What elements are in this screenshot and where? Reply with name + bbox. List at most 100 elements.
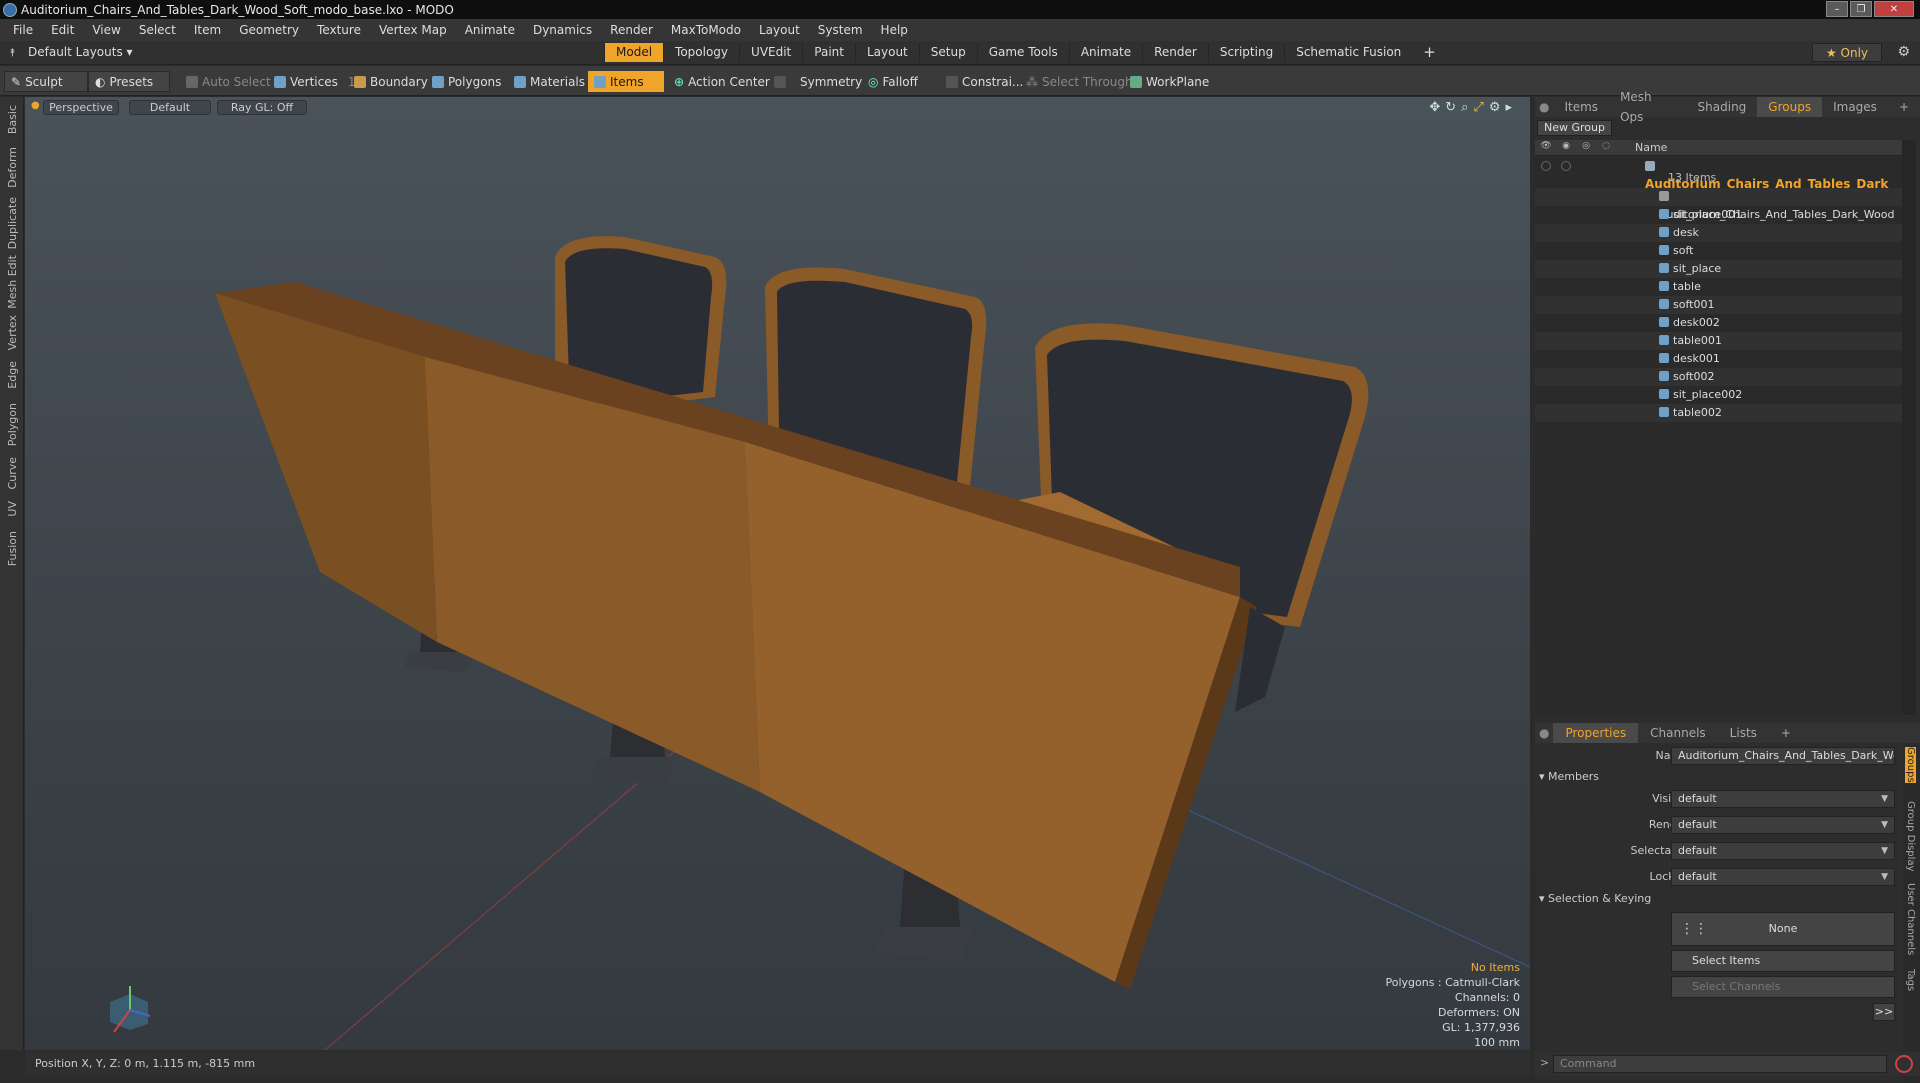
list-item[interactable]: Auditorium_Chairs_And_Tables_Dark_Wood .…: [1535, 188, 1902, 239]
viewport-settings-icon[interactable]: ⚙: [1489, 100, 1501, 115]
command-input[interactable]: Command: [1553, 1055, 1887, 1073]
menu-select[interactable]: Select: [130, 23, 185, 37]
left-tab-duplicate[interactable]: Duplicate: [6, 197, 19, 249]
render-dropdown[interactable]: default ▼: [1671, 816, 1895, 834]
gear-icon[interactable]: ⚙: [1897, 44, 1910, 60]
menu-dynamics[interactable]: Dynamics: [524, 23, 601, 37]
visibility-toggle-icon[interactable]: [1541, 161, 1551, 171]
select-items-button[interactable]: Select Items: [1671, 950, 1895, 972]
tab-render[interactable]: Render: [1142, 43, 1208, 62]
menu-view[interactable]: View: [83, 23, 129, 37]
close-icon[interactable]: ✕: [1874, 1, 1914, 17]
menu-layout[interactable]: Layout: [750, 23, 809, 37]
add-properties-tab-icon[interactable]: +: [1769, 723, 1803, 743]
list-item[interactable]: soft002: [1535, 368, 1902, 386]
group-list-scrollbar[interactable]: [1902, 140, 1916, 715]
list-item[interactable]: desk001: [1535, 350, 1902, 368]
name-field[interactable]: Auditorium_Chairs_And_Tables_Dark_Wooc: [1671, 747, 1895, 765]
tab-channels[interactable]: Channels: [1638, 723, 1718, 743]
menu-file[interactable]: File: [4, 23, 42, 37]
list-item[interactable]: soft001: [1535, 296, 1902, 314]
list-item[interactable]: table001: [1535, 332, 1902, 350]
left-tab-deform[interactable]: Deform: [6, 147, 19, 188]
tab-animate[interactable]: Animate: [1068, 43, 1142, 62]
viewport-expand-icon[interactable]: ▸: [1505, 100, 1512, 115]
side-tab-groups[interactable]: Groups: [1905, 747, 1916, 783]
tab-uvedit[interactable]: UVEdit: [739, 43, 802, 62]
list-item[interactable]: table002: [1535, 404, 1902, 422]
menu-geometry[interactable]: Geometry: [230, 23, 308, 37]
symmetry-button[interactable]: Symmetry: [768, 71, 868, 92]
list-item[interactable]: desk002: [1535, 314, 1902, 332]
constraints-button[interactable]: Constrai...: [940, 71, 1029, 92]
properties-menu-icon[interactable]: ●: [1535, 723, 1553, 743]
tab-topology[interactable]: Topology: [663, 43, 739, 62]
more-button[interactable]: >>: [1873, 1003, 1895, 1021]
rotate-icon[interactable]: ↻: [1445, 100, 1456, 115]
tab-setup[interactable]: Setup: [918, 43, 977, 62]
tab-lists[interactable]: Lists: [1718, 723, 1769, 743]
maximize-icon[interactable]: ❐: [1850, 1, 1872, 17]
none-button[interactable]: ⋮⋮ None: [1671, 912, 1895, 946]
action-center-button[interactable]: ⊕ Action Center: [668, 71, 776, 92]
lock-column-icon[interactable]: ◎: [1579, 141, 1593, 155]
list-item[interactable]: sit_place: [1535, 260, 1902, 278]
default-layouts-dropdown[interactable]: Default Layouts ▾: [28, 45, 133, 59]
only-toggle[interactable]: ★ Only: [1812, 43, 1882, 62]
menu-system[interactable]: System: [809, 23, 872, 37]
tab-scripting[interactable]: Scripting: [1207, 43, 1284, 62]
menu-render[interactable]: Render: [601, 23, 662, 37]
menu-edit[interactable]: Edit: [42, 23, 83, 37]
tab-properties[interactable]: Properties: [1553, 723, 1639, 743]
list-item[interactable]: table: [1535, 278, 1902, 296]
auto-select-button[interactable]: Auto Select: [180, 71, 277, 92]
left-tab-uv[interactable]: UV: [6, 501, 19, 517]
select-channels-button[interactable]: Select Channels: [1671, 976, 1895, 998]
menu-animate[interactable]: Animate: [456, 23, 524, 37]
tab-images[interactable]: Images: [1822, 97, 1888, 117]
tab-model[interactable]: Model: [604, 43, 664, 62]
new-group-button[interactable]: New Group: [1537, 120, 1612, 136]
falloff-button[interactable]: ◎ Falloff: [862, 71, 924, 92]
add-panel-tab-icon[interactable]: +: [1888, 97, 1920, 117]
left-tab-edge[interactable]: Edge: [6, 361, 19, 389]
select-through-button[interactable]: ⁂ Select Through: [1020, 71, 1139, 92]
tab-layout[interactable]: Layout: [854, 43, 919, 62]
members-section[interactable]: ▾ Members: [1539, 768, 1899, 786]
menu-item[interactable]: Item: [185, 23, 230, 37]
minimize-icon[interactable]: –: [1826, 1, 1848, 17]
materials-button[interactable]: Materials: [508, 71, 591, 92]
side-tab-group-display[interactable]: Group Display: [1905, 801, 1916, 871]
pin-icon[interactable]: ⯭: [9, 46, 19, 59]
stop-icon[interactable]: [1895, 1055, 1913, 1073]
menu-vertex-map[interactable]: Vertex Map: [370, 23, 456, 37]
left-tab-mesh-edit[interactable]: Mesh Edit: [6, 255, 19, 309]
left-tab-basic[interactable]: Basic: [6, 105, 19, 134]
list-item[interactable]: desk: [1535, 224, 1902, 242]
3d-viewport[interactable]: ● Perspective Default Ray GL: Off ✥ ↻ ⌕ …: [25, 97, 1530, 1050]
visible-dropdown[interactable]: default ▼: [1671, 790, 1895, 808]
render-column-icon[interactable]: ◉: [1559, 141, 1573, 155]
fit-icon[interactable]: ⤢: [1473, 100, 1483, 115]
tab-game-tools[interactable]: Game Tools: [976, 43, 1069, 62]
presets-button[interactable]: ◐ Presets: [88, 71, 170, 92]
tab-groups[interactable]: Groups: [1757, 97, 1823, 117]
menu-texture[interactable]: Texture: [308, 23, 370, 37]
left-tab-fusion[interactable]: Fusion: [6, 531, 19, 566]
name-column-header[interactable]: Name: [1635, 141, 1667, 154]
tab-mesh-ops[interactable]: Mesh Ops: [1609, 87, 1686, 127]
side-tab-user-channels[interactable]: User Channels: [1905, 883, 1916, 955]
raygl-toggle[interactable]: Ray GL: Off: [217, 100, 307, 115]
left-tab-curve[interactable]: Curve: [6, 457, 19, 489]
workplane-button[interactable]: WorkPlane: [1124, 71, 1215, 92]
viewport-menu-icon[interactable]: ●: [31, 100, 40, 111]
zoom-icon[interactable]: ⌕: [1461, 100, 1468, 115]
selection-keying-section[interactable]: ▾ Selection & Keying: [1539, 890, 1899, 908]
panel-menu-icon[interactable]: ●: [1535, 97, 1553, 117]
tab-schematic-fusion[interactable]: Schematic Fusion: [1284, 43, 1412, 62]
tab-paint[interactable]: Paint: [802, 43, 855, 62]
left-tab-polygon[interactable]: Polygon: [6, 403, 19, 446]
polygons-button[interactable]: Polygons: [426, 71, 507, 92]
selectable-dropdown[interactable]: default ▼: [1671, 842, 1895, 860]
tab-shading[interactable]: Shading: [1687, 97, 1758, 117]
